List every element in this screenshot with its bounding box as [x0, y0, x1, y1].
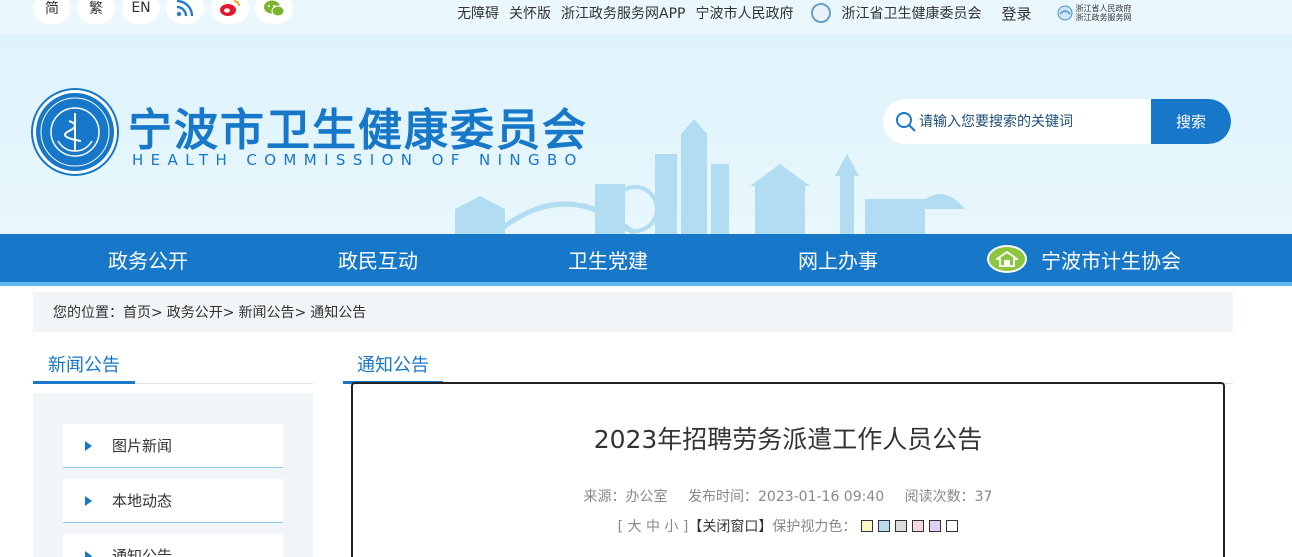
eye-care-swatch-1[interactable] [861, 520, 874, 532]
header-banner: 宁波市卫生健康委员会 HEALTH COMMISSION OF NINGBO 请… [0, 34, 1292, 234]
emblem-icon [811, 3, 832, 23]
sidebar-title: 新闻公告 [33, 346, 135, 384]
gov-service-logo-icon [1057, 5, 1073, 21]
main-header: 通知公告 [343, 346, 1233, 384]
article-meta: 来源：办公室 发布时间：2023-01-16 09:40 阅读次数：37 [353, 486, 1223, 506]
medical-emblem-icon [40, 97, 110, 167]
breadcrumb-home[interactable]: 首页> [123, 302, 163, 322]
traditional-chinese-button[interactable]: 繁 [77, 0, 115, 24]
article-panel: 2023年招聘劳务派遣工作人员公告 来源：办公室 发布时间：2023-01-16… [351, 382, 1225, 557]
ningbo-gov-link[interactable]: 宁波市人民政府 [695, 3, 793, 23]
elderly-care-link[interactable]: 关怀版 [509, 3, 551, 23]
top-utility-bar: 简 繁 EN 无障碍 关怀版 浙江政务服务网APP 宁波市人民政府 浙江省卫生健… [0, 0, 1292, 34]
rss-button[interactable] [166, 0, 204, 24]
triangle-right-icon [85, 495, 92, 506]
eye-care-label: 保护视力色： [772, 519, 857, 535]
house-icon [987, 245, 1027, 273]
nav-item-online-services[interactable]: 网上办事 [798, 234, 878, 284]
nav-item-family-planning-association[interactable]: 宁波市计生协会 [987, 234, 1181, 284]
triangle-right-icon [85, 440, 92, 451]
sidebar-item-photo-news[interactable]: 图片新闻 [63, 424, 283, 468]
article-tools: [ 大 中 小 ] 【关闭窗口】 保护视力色： [353, 516, 1223, 536]
weibo-button[interactable] [211, 0, 249, 24]
breadcrumb-news[interactable]: 新闻公告> [238, 302, 306, 322]
breadcrumb-notices[interactable]: 通知公告 [310, 302, 366, 322]
sidebar-item-label: 图片新闻 [112, 437, 173, 455]
eye-care-swatch-4[interactable] [912, 520, 925, 532]
triangle-right-icon [85, 550, 92, 557]
gov-logo-line2: 浙江政务服务网 [1075, 13, 1132, 22]
commission-logo[interactable] [33, 90, 117, 174]
sidebar-item-local-news[interactable]: 本地动态 [63, 479, 283, 523]
provincial-health-label: 浙江省卫生健康委员会 [841, 6, 982, 22]
eye-care-swatch-2[interactable] [878, 520, 891, 532]
main-nav: 政务公开 政民互动 卫生党建 网上办事 宁波市计生协会 [0, 234, 1292, 286]
sidebar-header: 新闻公告 [33, 346, 313, 384]
search-icon [896, 112, 916, 132]
breadcrumb-government-affairs[interactable]: 政务公开> [167, 302, 235, 322]
eye-care-swatch-5[interactable] [929, 520, 942, 532]
nav-item-government-affairs[interactable]: 政务公开 [108, 234, 188, 284]
sidebar-item-label: 本地动态 [112, 492, 173, 510]
english-button[interactable]: EN [122, 0, 160, 24]
eye-care-swatch-3[interactable] [895, 520, 908, 532]
wechat-icon [264, 0, 285, 17]
accessibility-link[interactable]: 无障碍 [457, 3, 499, 23]
sidebar-panel: 图片新闻 本地动态 通知公告 [33, 393, 313, 557]
search-input[interactable] [919, 99, 1149, 144]
search-button[interactable]: 搜索 [1151, 99, 1231, 144]
article-title: 2023年招聘劳务派遣工作人员公告 [593, 425, 983, 454]
top-links: 无障碍 关怀版 浙江政务服务网APP 宁波市人民政府 浙江省卫生健康委员会 登录… [457, 2, 1131, 24]
eye-care-swatches [856, 520, 959, 532]
article-publish-time: 发布时间：2023-01-16 09:40 [688, 489, 885, 505]
login-link[interactable]: 登录 [1001, 3, 1031, 24]
gov-service-logo-text: 浙江省人民政府 浙江政务服务网 [1075, 4, 1131, 22]
breadcrumb-prefix: 您的位置： [53, 305, 123, 321]
association-label: 宁波市计生协会 [1041, 248, 1181, 273]
provincial-health-link[interactable]: 浙江省卫生健康委员会 [811, 3, 981, 23]
close-window-link[interactable]: 【关闭窗口】 [688, 516, 772, 536]
rss-icon [176, 0, 194, 17]
main-tab-notices[interactable]: 通知公告 [343, 346, 443, 384]
font-size-selector[interactable]: [ 大 中 小 ] [618, 516, 689, 536]
weibo-icon [220, 0, 240, 16]
sidebar-item-notices[interactable]: 通知公告 [63, 534, 283, 557]
article-read-count: 阅读次数：37 [904, 489, 993, 505]
nav-item-party-building[interactable]: 卫生党建 [568, 234, 648, 284]
gov-logo-line1: 浙江省人民政府 [1075, 4, 1132, 13]
eye-care-swatch-6[interactable] [946, 520, 959, 532]
sidebar-item-label: 通知公告 [112, 547, 173, 557]
breadcrumb: 您的位置： 首页> 政务公开> 新闻公告> 通知公告 [33, 292, 1233, 332]
simplified-chinese-button[interactable]: 简 [33, 0, 71, 24]
zjzwfw-logo[interactable]: 浙江省人民政府 浙江政务服务网 [1057, 4, 1131, 22]
article-source: 来源：办公室 [583, 489, 668, 505]
wechat-button[interactable] [255, 0, 293, 24]
search-box: 搜索 [883, 99, 1231, 144]
zhejiang-gov-app-link[interactable]: 浙江政务服务网APP [561, 3, 685, 23]
nav-item-public-interaction[interactable]: 政民互动 [338, 234, 418, 284]
